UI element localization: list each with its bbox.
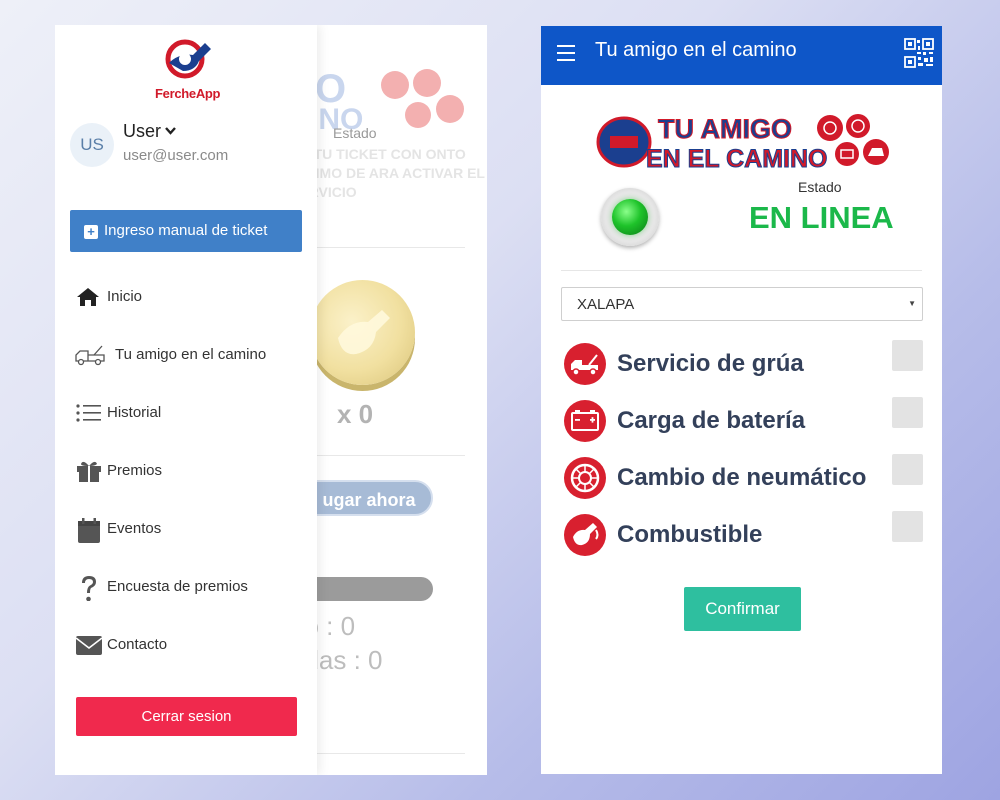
divider <box>300 753 465 754</box>
logo-text: FercheApp <box>155 86 221 101</box>
divider <box>300 455 465 456</box>
chevron-down-icon[interactable] <box>165 124 176 138</box>
service-checkbox[interactable] <box>892 397 923 428</box>
manual-ticket-label: Ingreso manual de ticket <box>104 222 268 239</box>
background-estado-label: Estado <box>333 125 377 141</box>
service-checkbox[interactable] <box>892 511 923 542</box>
qr-code-icon[interactable] <box>904 38 934 68</box>
city-select[interactable]: XALAPA ▼ <box>561 287 923 321</box>
menu-label: Premios <box>107 462 163 479</box>
home-icon <box>77 288 99 306</box>
service-label: Combustible <box>617 521 763 548</box>
manual-ticket-button[interactable]: + Ingreso manual de ticket <box>70 210 302 252</box>
calendar-icon <box>78 518 100 543</box>
menu-item-inicio[interactable]: Inicio <box>75 277 305 317</box>
service-row-bateria: Carga de batería <box>561 397 923 443</box>
divider <box>300 247 465 248</box>
confirm-button[interactable]: Confirmar <box>684 587 801 631</box>
coin-count: x 0 <box>337 399 374 429</box>
service-row-neumatico: Cambio de neumático <box>561 454 923 500</box>
left-phone-screen: O INO Estado RA TU TICKET CON ONTO MINIM… <box>55 25 487 775</box>
service-checkbox[interactable] <box>892 340 923 371</box>
background-app-logo: O INO <box>310 67 464 136</box>
service-row-grua: Servicio de grúa <box>561 340 923 386</box>
navigation-drawer: FercheApp US User user@user.com + Ingreso… <box>55 25 317 775</box>
status-label: Estado <box>798 179 842 195</box>
menu-item-tu-amigo[interactable]: Tu amigo en el camino <box>75 335 305 375</box>
logo-text-line: TU AMIGO <box>658 114 792 144</box>
coin-icon <box>310 280 415 385</box>
question-icon <box>82 576 96 601</box>
city-select-value: XALAPA <box>577 296 635 313</box>
menu-label: Tu amigo en el camino <box>115 346 267 363</box>
list-icon <box>76 404 101 422</box>
avatar[interactable]: US <box>70 123 114 167</box>
page-title: Tu amigo en el camino <box>595 39 797 61</box>
tow-truck-icon <box>564 343 606 385</box>
user-menu-toggle[interactable]: User <box>123 121 176 142</box>
status-value: EN LINEA <box>749 200 894 235</box>
menu-label: Encuesta de premios <box>107 578 248 595</box>
tow-truck-icon <box>75 345 105 366</box>
user-name: User <box>123 121 162 141</box>
service-row-combustible: Combustible <box>561 511 923 557</box>
service-checkbox[interactable] <box>892 454 923 485</box>
menu-item-eventos[interactable]: Eventos <box>75 509 305 549</box>
tire-icon <box>564 457 606 499</box>
app-bar: Tu amigo en el camino <box>541 26 942 85</box>
background-ticket-notice: RA TU TICKET CON ONTO MINIMO DE ARA ACTI… <box>290 146 485 200</box>
service-label: Servicio de grúa <box>617 350 804 377</box>
menu-label: Eventos <box>107 520 162 537</box>
envelope-icon <box>75 636 103 655</box>
menu-item-premios[interactable]: Premios <box>75 451 305 491</box>
user-email: user@user.com <box>123 147 229 164</box>
menu-item-contacto[interactable]: Contacto <box>75 625 305 665</box>
status-indicator-light <box>601 188 659 246</box>
logo-text-line: EN EL CAMINO <box>646 145 828 170</box>
right-phone-screen: Tu amigo en el camino TU AMIGO EN EL CAM… <box>541 26 942 774</box>
menu-label: Historial <box>107 404 162 421</box>
menu-item-encuesta[interactable]: Encuesta de premios <box>75 567 305 607</box>
battery-icon <box>564 400 606 442</box>
menu-label: Contacto <box>107 636 168 653</box>
service-label: Cambio de neumático <box>617 464 867 491</box>
divider <box>561 270 922 271</box>
gift-icon <box>77 461 101 482</box>
menu-label: Inicio <box>107 288 143 305</box>
ferche-app-logo: FercheApp <box>155 33 221 101</box>
dropdown-arrow-icon: ▼ <box>908 299 916 308</box>
fuel-pump-icon <box>564 514 606 556</box>
logout-button[interactable]: Cerrar sesion <box>76 697 297 736</box>
menu-item-historial[interactable]: Historial <box>75 393 305 433</box>
plus-square-icon: + <box>84 225 98 239</box>
service-label: Carga de batería <box>617 407 806 434</box>
logo-icon <box>165 39 211 79</box>
hamburger-menu-icon[interactable] <box>557 45 575 61</box>
tu-amigo-logo: TU AMIGO EN EL CAMINO <box>596 114 889 170</box>
